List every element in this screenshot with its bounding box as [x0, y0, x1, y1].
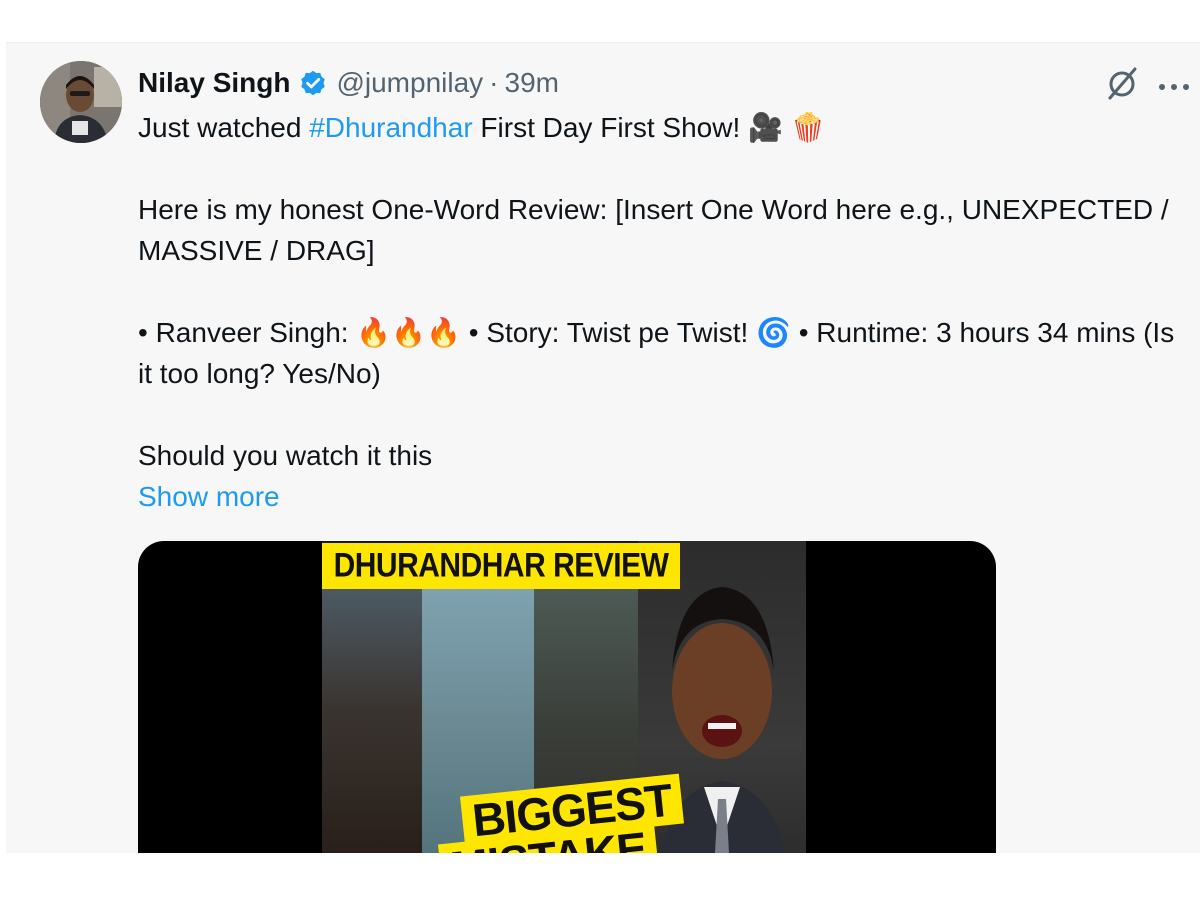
tweet-card[interactable]: Nilay Singh @jumpnilay · 39m Just watche… [6, 42, 1200, 853]
text-segment: • Ranveer Singh: [138, 317, 357, 348]
text-segment: First Day First Show! [472, 112, 749, 143]
camera-emoji: 🎥 [748, 111, 783, 144]
text-segment: Just watched [138, 112, 310, 143]
grok-icon[interactable] [1102, 63, 1142, 103]
page: Nilay Singh @jumpnilay · 39m Just watche… [0, 0, 1200, 900]
hashtag-link[interactable]: #Dhurandhar [309, 112, 472, 143]
media-attachment[interactable]: DHURANDHAR REVIEW BIGGEST MISTAKE [138, 541, 996, 853]
more-icon[interactable] [1156, 79, 1192, 90]
tweet-paragraph-3: • Ranveer Singh: 🔥🔥🔥 • Story: Twist pe T… [138, 312, 1188, 394]
avatar[interactable] [40, 61, 122, 143]
tweet-text: Just watched #Dhurandhar First Day First… [138, 107, 1188, 517]
display-name[interactable]: Nilay Singh [138, 63, 290, 103]
separator-dot: · [489, 67, 499, 98]
tweet-header: Nilay Singh @jumpnilay · 39m [138, 63, 559, 103]
user-handle[interactable]: @jumpnilay [336, 63, 483, 103]
cyclone-emoji: 🌀 [756, 316, 791, 349]
verified-badge-icon [298, 68, 328, 98]
thumbnail-title-bar: DHURANDHAR REVIEW [322, 543, 680, 589]
thumbnail-title: DHURANDHAR REVIEW [333, 546, 669, 585]
video-thumbnail: DHURANDHAR REVIEW BIGGEST MISTAKE [322, 541, 806, 853]
tweet-paragraph-2: Here is my honest One-Word Review: [Inse… [138, 194, 1169, 266]
tweet-paragraph-4: Should you watch it this [138, 440, 433, 471]
timestamp[interactable]: 39m [505, 63, 559, 103]
thumbnail-panel [322, 589, 422, 853]
popcorn-emoji: 🍿 [790, 111, 826, 144]
show-more-link[interactable]: Show more [138, 481, 280, 512]
fire-emoji: 🔥🔥🔥 [356, 316, 461, 349]
text-segment: • Story: Twist pe Twist! [460, 317, 757, 348]
tweet-line-1: Just watched #Dhurandhar First Day First… [138, 107, 1188, 148]
